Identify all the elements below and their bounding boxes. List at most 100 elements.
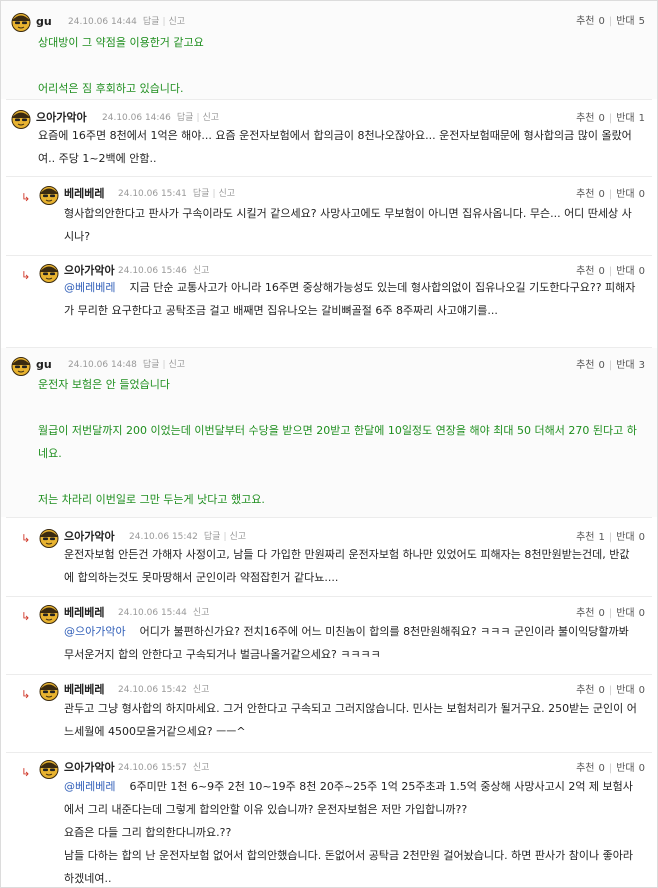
- avatar-icon[interactable]: [39, 185, 59, 205]
- comment-text: 관두고 그냥 형사합의 하지마세요. 그거 안한다고 구속되고 그러지않습니다.…: [64, 702, 637, 738]
- avatar-icon[interactable]: [39, 759, 59, 779]
- comment-nickname[interactable]: gu: [36, 358, 52, 372]
- oppose-button[interactable]: 반대 0: [616, 763, 645, 774]
- reply-item: ↳ 으아가악아 24.10.06 15:57 신고 추천 0 | 반대 0 @베레베레 6주…: [1, 753, 657, 887]
- oppose-count: 0: [638, 532, 645, 543]
- report-link[interactable]: 신고: [169, 360, 186, 370]
- avatar-icon[interactable]: [39, 604, 59, 624]
- oppose-count: 0: [638, 608, 645, 619]
- report-link[interactable]: 신고: [169, 17, 186, 27]
- mention-link[interactable]: @베레베레: [64, 281, 115, 294]
- reply-link[interactable]: 답글: [143, 17, 160, 27]
- comment-meta: 24.10.06 15:42 신고: [118, 683, 209, 697]
- report-link[interactable]: 신고: [193, 266, 210, 276]
- reply-link[interactable]: 답글: [204, 532, 221, 542]
- mention-link[interactable]: @베레베레: [64, 780, 115, 793]
- comment-nickname[interactable]: 베레베레: [64, 187, 104, 201]
- recommend-count: 0: [598, 608, 605, 619]
- avatar-icon[interactable]: [11, 109, 31, 129]
- comment-item: 으아가악아 24.10.06 14:46 답글 | 신고 추천 0 | 반대 1 요즘에 16…: [1, 100, 657, 176]
- oppose-count: 0: [638, 763, 645, 774]
- reply-arrow-icon: ↳: [21, 191, 31, 204]
- comment-nickname[interactable]: 베레베레: [64, 606, 104, 620]
- vote-counts: 추천 0 | 반대 0: [576, 189, 645, 200]
- reply-link[interactable]: 답글: [177, 113, 194, 123]
- reply-arrow-icon: ↳: [21, 532, 31, 545]
- oppose-button[interactable]: 반대 0: [616, 189, 645, 200]
- reply-item: ↳ 으아가악아 24.10.06 15:46 신고 추천 0 | 반대 0 @베레베레 지금…: [1, 256, 657, 347]
- reply-link[interactable]: 답글: [193, 189, 210, 199]
- report-link[interactable]: 신고: [193, 608, 210, 618]
- comment-nickname[interactable]: 베레베레: [64, 683, 104, 697]
- oppose-count: 5: [638, 16, 645, 27]
- recommend-button[interactable]: 추천 0: [576, 189, 605, 200]
- mention-link[interactable]: @으아가악아: [64, 625, 126, 638]
- comment-body: 관두고 그냥 형사합의 하지마세요. 그거 안한다고 구속되고 그러지않습니다.…: [64, 697, 637, 743]
- reply-item: ↳ 베레베레 24.10.06 15:42 신고 추천 0 | 반대 0 관두고 그냥 형…: [1, 675, 657, 752]
- comment-line: 상대방이 그 약점을 이용한거 같고요: [38, 36, 204, 49]
- recommend-button[interactable]: 추천 1: [576, 532, 605, 543]
- comment-text: 형사합의안한다고 판사가 구속이라도 시킬거 같으세요? 사망사고에도 무보험이…: [64, 207, 632, 243]
- comment-nickname[interactable]: gu: [36, 15, 52, 29]
- oppose-count: 0: [638, 266, 645, 277]
- oppose-button[interactable]: 반대 1: [616, 113, 645, 124]
- comment-item: gu 24.10.06 14:48 답글 | 신고 추천 0 | 반대 3 운전자 보험은 안…: [1, 348, 657, 517]
- comment-line: 요즘은 다들 그리 합의한다니까요.??: [64, 826, 232, 839]
- recommend-button[interactable]: 추천 0: [576, 608, 605, 619]
- oppose-button[interactable]: 반대 3: [616, 360, 645, 371]
- recommend-button[interactable]: 추천 0: [576, 360, 605, 371]
- oppose-button[interactable]: 반대 0: [616, 608, 645, 619]
- avatar-icon[interactable]: [11, 356, 31, 376]
- comment-line: 운전자 보험은 안 들었습니다: [38, 378, 170, 391]
- recommend-count: 0: [598, 763, 605, 774]
- recommend-button[interactable]: 추천 0: [576, 16, 605, 27]
- avatar-icon[interactable]: [39, 263, 59, 283]
- comment-line: 저는 차라리 이번일로 그만 두는게 낫다고 했고요.: [38, 493, 265, 506]
- report-link[interactable]: 신고: [219, 189, 236, 199]
- comment-text: 운전자보험 안든건 가해자 사정이고, 남들 다 가입한 만원짜리 운전자보험 …: [64, 548, 630, 584]
- oppose-button[interactable]: 반대 0: [616, 532, 645, 543]
- comment-list: gu 24.10.06 14:44 답글 | 신고 추천 0 | 반대 5 상대방이 그 약점…: [0, 0, 658, 888]
- comment-body: @으아가악아 어디가 불편하신가요? 전치16주에 어느 미친놈이 합의를 8천만…: [64, 620, 637, 666]
- comment-line: 월급이 저번달까지 200 이었는데 이번달부터 수당을 받으면 20받고 한달…: [38, 424, 637, 460]
- comment-line: 어리석은 짐 후회하고 있습니다.: [38, 82, 184, 95]
- comment-nickname[interactable]: 으아가악아: [64, 530, 115, 544]
- oppose-button[interactable]: 반대 5: [616, 16, 645, 27]
- reply-item: ↳ 베레베레 24.10.06 15:41 답글 | 신고 추천 0 | 반대 0 형사합의안…: [1, 177, 657, 255]
- report-link[interactable]: 신고: [193, 685, 210, 695]
- vote-counts: 추천 0 | 반대 0: [576, 608, 645, 619]
- recommend-button[interactable]: 추천 0: [576, 685, 605, 696]
- oppose-count: 1: [638, 113, 645, 124]
- oppose-count: 0: [638, 189, 645, 200]
- avatar-icon[interactable]: [39, 681, 59, 701]
- vote-counts: 추천 0 | 반대 5: [576, 16, 645, 27]
- comment-text: 6주미만 1천 6~9주 2천 10~19주 8천 20주~25주 1억 25주…: [64, 780, 633, 816]
- reply-arrow-icon: ↳: [21, 766, 31, 779]
- reply-link[interactable]: 답글: [143, 360, 160, 370]
- recommend-button[interactable]: 추천 0: [576, 113, 605, 124]
- avatar-icon[interactable]: [39, 528, 59, 548]
- comment-line: 남들 다하는 합의 난 운전자보험 없어서 합의안했습니다. 돈없어서 공탁금 …: [64, 849, 633, 885]
- comment-date: 24.10.06 15:44: [118, 608, 187, 618]
- comment-date: 24.10.06 15:42: [118, 685, 187, 695]
- avatar-icon[interactable]: [11, 12, 31, 32]
- comment-date: 24.10.06 14:44: [68, 17, 137, 27]
- oppose-button[interactable]: 반대 0: [616, 685, 645, 696]
- comment-body: @베레베레 지금 단순 교통사고가 아니라 16주면 중상해가능성도 있는데 형사…: [64, 276, 637, 322]
- recommend-count: 1: [598, 532, 605, 543]
- comment-meta: 24.10.06 14:46 답글 | 신고: [102, 113, 220, 123]
- report-link[interactable]: 신고: [193, 763, 210, 773]
- reply-item: ↳ 으아가악아 24.10.06 15:42 답글 | 신고 추천 1 | 반대 0 운전자보…: [1, 518, 657, 596]
- comment-item: gu 24.10.06 14:44 답글 | 신고 추천 0 | 반대 5 상대방이 그 약점…: [1, 1, 657, 99]
- vote-counts: 추천 0 | 반대 3: [576, 360, 645, 371]
- oppose-count: 0: [638, 685, 645, 696]
- comment-date: 24.10.06 15:42: [129, 532, 198, 542]
- comment-nickname[interactable]: 으아가악아: [36, 111, 87, 125]
- comment-nickname[interactable]: 으아가악아: [64, 761, 115, 775]
- recommend-button[interactable]: 추천 0: [576, 763, 605, 774]
- report-link[interactable]: 신고: [203, 113, 220, 123]
- reply-arrow-icon: ↳: [21, 269, 31, 282]
- comment-meta: 24.10.06 15:57 신고: [118, 761, 209, 775]
- report-link[interactable]: 신고: [230, 532, 247, 542]
- recommend-count: 0: [598, 16, 605, 27]
